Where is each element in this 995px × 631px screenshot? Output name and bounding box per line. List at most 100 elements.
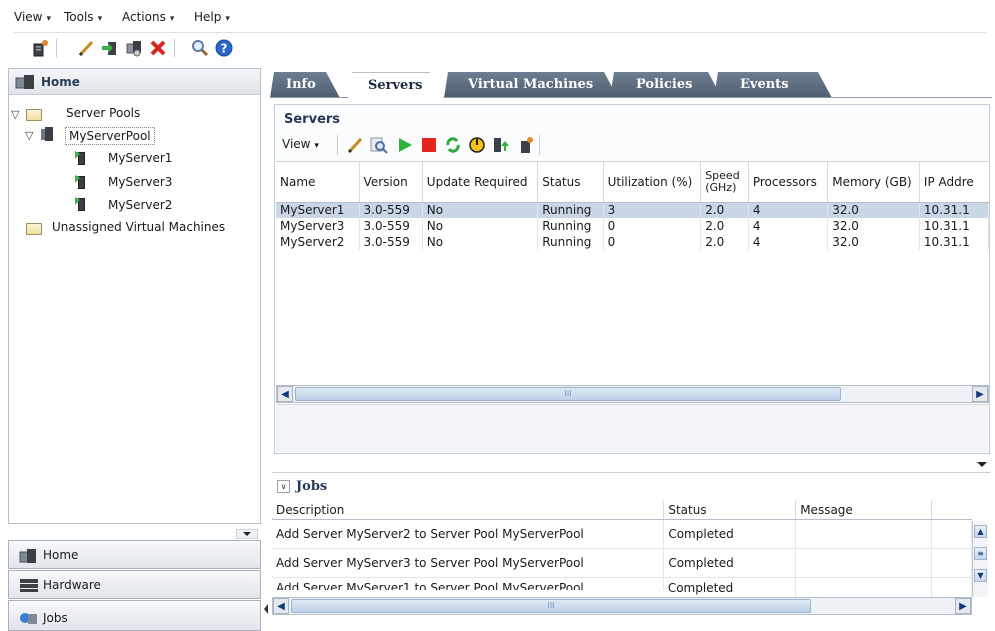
delete-icon[interactable] xyxy=(148,38,168,58)
tab-bar: Info Servers Virtual Machines Policies E… xyxy=(270,68,990,98)
chevron-down-icon: ▾ xyxy=(46,14,52,24)
scroll-up-icon[interactable]: ▲ xyxy=(974,525,987,538)
folder-icon xyxy=(26,109,42,121)
scroll-thumb[interactable]: ≡ xyxy=(974,547,987,560)
chevron-down-icon: ▾ xyxy=(169,14,175,24)
splitter-handle-icon[interactable] xyxy=(262,600,270,618)
tab-info[interactable]: Info xyxy=(270,72,340,98)
column-header[interactable]: Processors xyxy=(748,162,829,203)
tree-item-unassigned-vms[interactable]: Unassigned Virtual Machines xyxy=(52,220,225,234)
servers-table: Name Version Update Required Status Util… xyxy=(276,162,989,250)
tab-events[interactable]: Events xyxy=(714,72,832,98)
column-header[interactable]: Name xyxy=(276,162,360,203)
nav-panel-header: Home xyxy=(9,69,260,95)
column-header[interactable]: Utilization (%) xyxy=(603,162,702,203)
column-header[interactable]: Memory (GB) xyxy=(827,162,920,203)
server-icon xyxy=(75,151,85,165)
scroll-thumb[interactable]: III xyxy=(291,599,811,613)
servers-horizontal-scrollbar[interactable]: ◀ III ▶ xyxy=(276,385,989,403)
jobs-horizontal-scrollbar[interactable]: ◀ III ▶ xyxy=(272,597,972,615)
tree-item-pool[interactable]: MyServerPool xyxy=(65,127,155,145)
server-icon xyxy=(75,197,85,211)
import-icon[interactable] xyxy=(100,38,120,58)
table-row[interactable]: MyServer3 3.0-559 No Running 0 2.0 4 32.0 10.31.… xyxy=(276,218,989,234)
column-header[interactable]: Description xyxy=(272,501,665,520)
scroll-down-icon[interactable]: ▼ xyxy=(974,569,987,582)
collapse-handle-icon[interactable] xyxy=(972,458,992,468)
home-icon xyxy=(19,548,39,563)
jobs-table: Description Status Message Add Server My… xyxy=(272,501,972,598)
column-header[interactable]: Version xyxy=(359,162,423,203)
folder-icon xyxy=(26,223,42,235)
find-icon[interactable] xyxy=(369,135,389,155)
servers-panel-footer xyxy=(276,404,989,452)
create-server-icon[interactable] xyxy=(515,135,535,155)
toolbar-divider xyxy=(337,135,338,155)
find-icon[interactable] xyxy=(190,38,210,58)
expand-triangle-icon[interactable]: ▽ xyxy=(25,129,33,142)
scroll-right-icon[interactable]: ▶ xyxy=(955,598,971,614)
table-row[interactable]: MyServer1 3.0-559 No Running 3 2.0 4 32.0 10.31.… xyxy=(276,202,989,218)
menubar-divider xyxy=(14,32,986,33)
tree-item-server[interactable]: MyServer3 xyxy=(108,175,172,189)
expand-triangle-icon[interactable]: ▽ xyxy=(11,108,19,121)
migrate-icon[interactable] xyxy=(491,135,511,155)
column-header[interactable]: Update Required xyxy=(422,162,539,203)
chevron-down-icon: ▾ xyxy=(314,141,319,151)
tree-item-server[interactable]: MyServer1 xyxy=(108,151,172,165)
column-header[interactable]: Speed (GHz) xyxy=(700,162,749,203)
tab-servers[interactable]: Servers xyxy=(348,72,444,99)
accordion-home[interactable]: Home xyxy=(8,540,261,569)
home-icon xyxy=(15,74,37,90)
menu-tools[interactable]: Tools ▾ xyxy=(64,10,102,24)
tree-item-server[interactable]: MyServer2 xyxy=(108,198,172,212)
servers-panel: Servers View ▾ Name Version Update Requi… xyxy=(274,104,990,454)
view-menu[interactable]: View ▾ xyxy=(282,137,319,151)
scroll-right-icon[interactable]: ▶ xyxy=(972,386,988,402)
toolbar-divider xyxy=(56,39,57,57)
chevron-down-icon: ▾ xyxy=(97,14,103,24)
create-server-icon[interactable] xyxy=(30,38,50,58)
column-header[interactable]: Message xyxy=(795,501,933,520)
help-icon[interactable]: ? xyxy=(214,38,234,58)
restart-icon[interactable] xyxy=(443,135,463,155)
scroll-left-icon[interactable]: ◀ xyxy=(277,386,293,402)
jobs-vertical-scrollbar[interactable]: ▲ ≡ ▼ xyxy=(972,521,988,597)
column-header[interactable]: Status xyxy=(537,162,604,203)
hardware-icon xyxy=(19,578,39,593)
server-icon xyxy=(75,175,85,189)
jobs-toggle-icon[interactable]: ∨ xyxy=(277,480,290,493)
table-row[interactable]: Add Server MyServer1 to Server Pool MySe… xyxy=(272,577,972,598)
start-icon[interactable] xyxy=(395,135,415,155)
table-header-row: Name Version Update Required Status Util… xyxy=(276,162,989,203)
svg-text:?: ? xyxy=(221,42,228,56)
edit-icon[interactable] xyxy=(345,135,365,155)
accordion-jobs[interactable]: Jobs xyxy=(8,600,261,631)
migrate-icon[interactable] xyxy=(124,38,144,58)
power-icon[interactable] xyxy=(467,135,487,155)
servers-title: Servers xyxy=(284,112,341,127)
stop-icon[interactable] xyxy=(419,135,439,155)
table-row[interactable]: MyServer2 3.0-559 No Running 0 2.0 4 32.0 10.31.… xyxy=(276,234,989,250)
menubar: View ▾ Tools ▾ Actions ▾ Help ▾ xyxy=(0,0,995,34)
menu-help[interactable]: Help ▾ xyxy=(194,10,230,24)
tree-item-server-pools[interactable]: Server Pools xyxy=(66,106,140,120)
toolbar-divider xyxy=(539,135,540,155)
server-pool-icon xyxy=(41,127,55,141)
column-header[interactable]: IP Addre xyxy=(919,162,989,203)
table-row[interactable]: Add Server MyServer3 to Server Pool MySe… xyxy=(272,548,972,577)
tab-virtual-machines[interactable]: Virtual Machines xyxy=(444,72,618,98)
collapse-handle-icon[interactable] xyxy=(235,528,259,540)
tab-policies[interactable]: Policies xyxy=(610,72,722,98)
chevron-down-icon: ▾ xyxy=(225,14,230,24)
jobs-icon xyxy=(19,610,39,625)
column-header[interactable]: Status xyxy=(663,501,797,520)
scroll-left-icon[interactable]: ◀ xyxy=(273,598,289,614)
menu-actions[interactable]: Actions ▾ xyxy=(122,10,174,24)
edit-icon[interactable] xyxy=(76,38,96,58)
table-row[interactable]: Add Server MyServer2 to Server Pool MySe… xyxy=(272,519,972,548)
table-header-row: Description Status Message xyxy=(272,501,972,520)
scroll-thumb[interactable]: III xyxy=(295,387,841,401)
accordion-hardware[interactable]: Hardware xyxy=(8,570,261,599)
menu-view[interactable]: View ▾ xyxy=(14,10,51,24)
